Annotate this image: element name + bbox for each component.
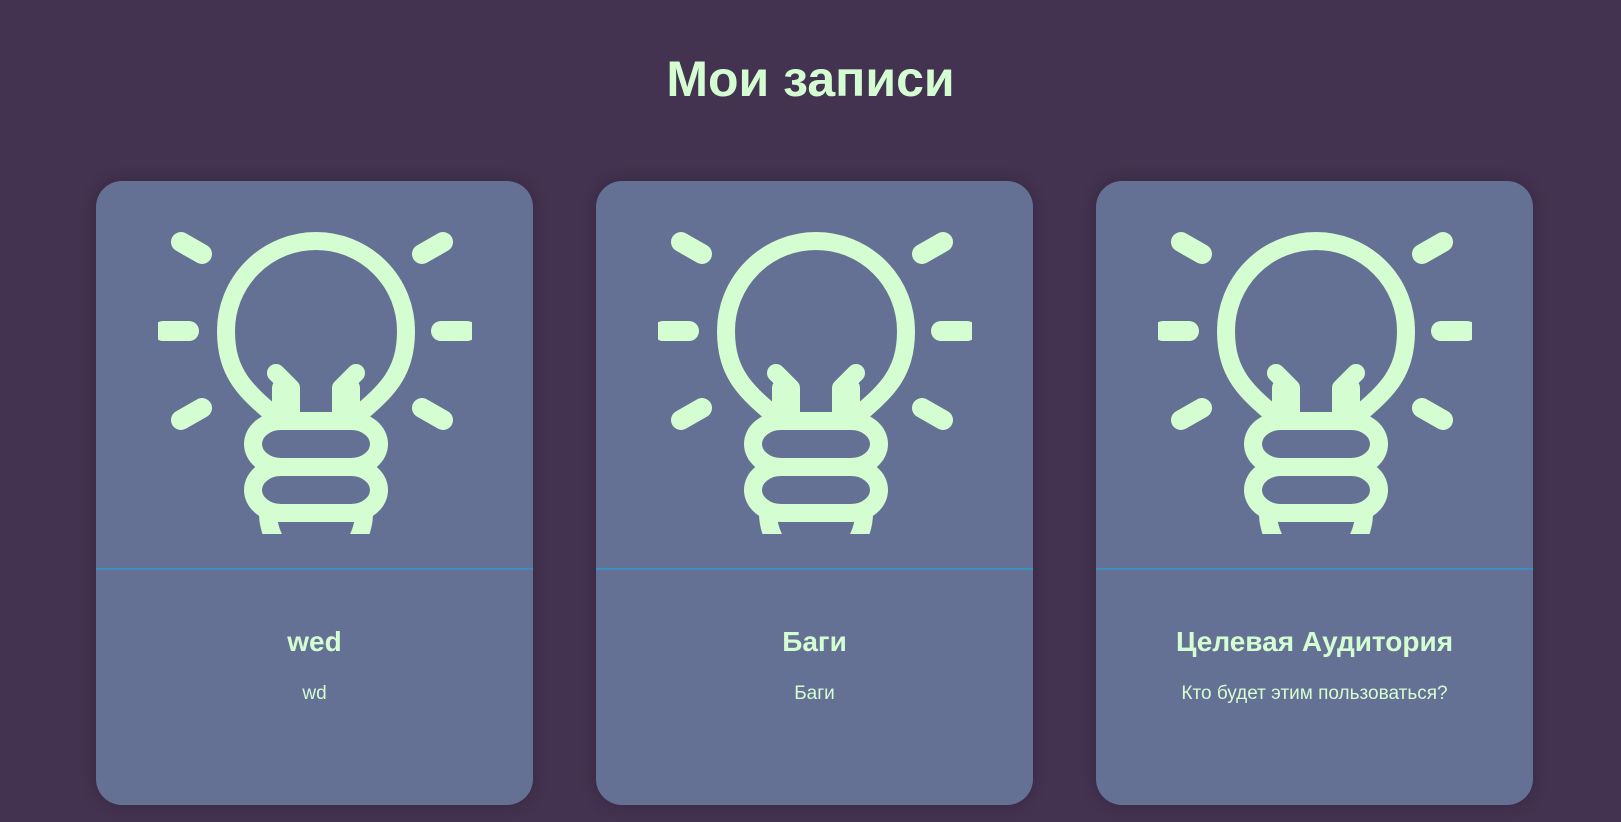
card-title: wed bbox=[287, 626, 342, 657]
card-description: Кто будет этим пользоваться? bbox=[1181, 683, 1448, 704]
card-title: Баги bbox=[782, 626, 847, 657]
card-divider bbox=[96, 568, 533, 570]
page-title: Мои записи bbox=[666, 51, 955, 107]
lightbulb-icon bbox=[658, 232, 972, 534]
card-description: Баги bbox=[794, 683, 835, 704]
card-divider bbox=[596, 568, 1033, 570]
note-card[interactable]: Целевая Аудитория Кто будет этим пользов… bbox=[1096, 181, 1533, 805]
card-image bbox=[1096, 181, 1533, 568]
card-divider bbox=[1096, 568, 1533, 570]
notes-grid: wed wd Баги Баги Целевая Аудитория Кто б… bbox=[96, 181, 1534, 805]
lightbulb-icon bbox=[158, 232, 472, 534]
card-image bbox=[596, 181, 1033, 568]
card-title: Целевая Аудитория bbox=[1175, 626, 1454, 657]
lightbulb-icon bbox=[1158, 232, 1472, 534]
card-image bbox=[96, 181, 533, 568]
note-card[interactable]: Баги Баги bbox=[596, 181, 1033, 805]
note-card[interactable]: wed wd bbox=[96, 181, 533, 805]
card-description: wd bbox=[302, 683, 327, 704]
